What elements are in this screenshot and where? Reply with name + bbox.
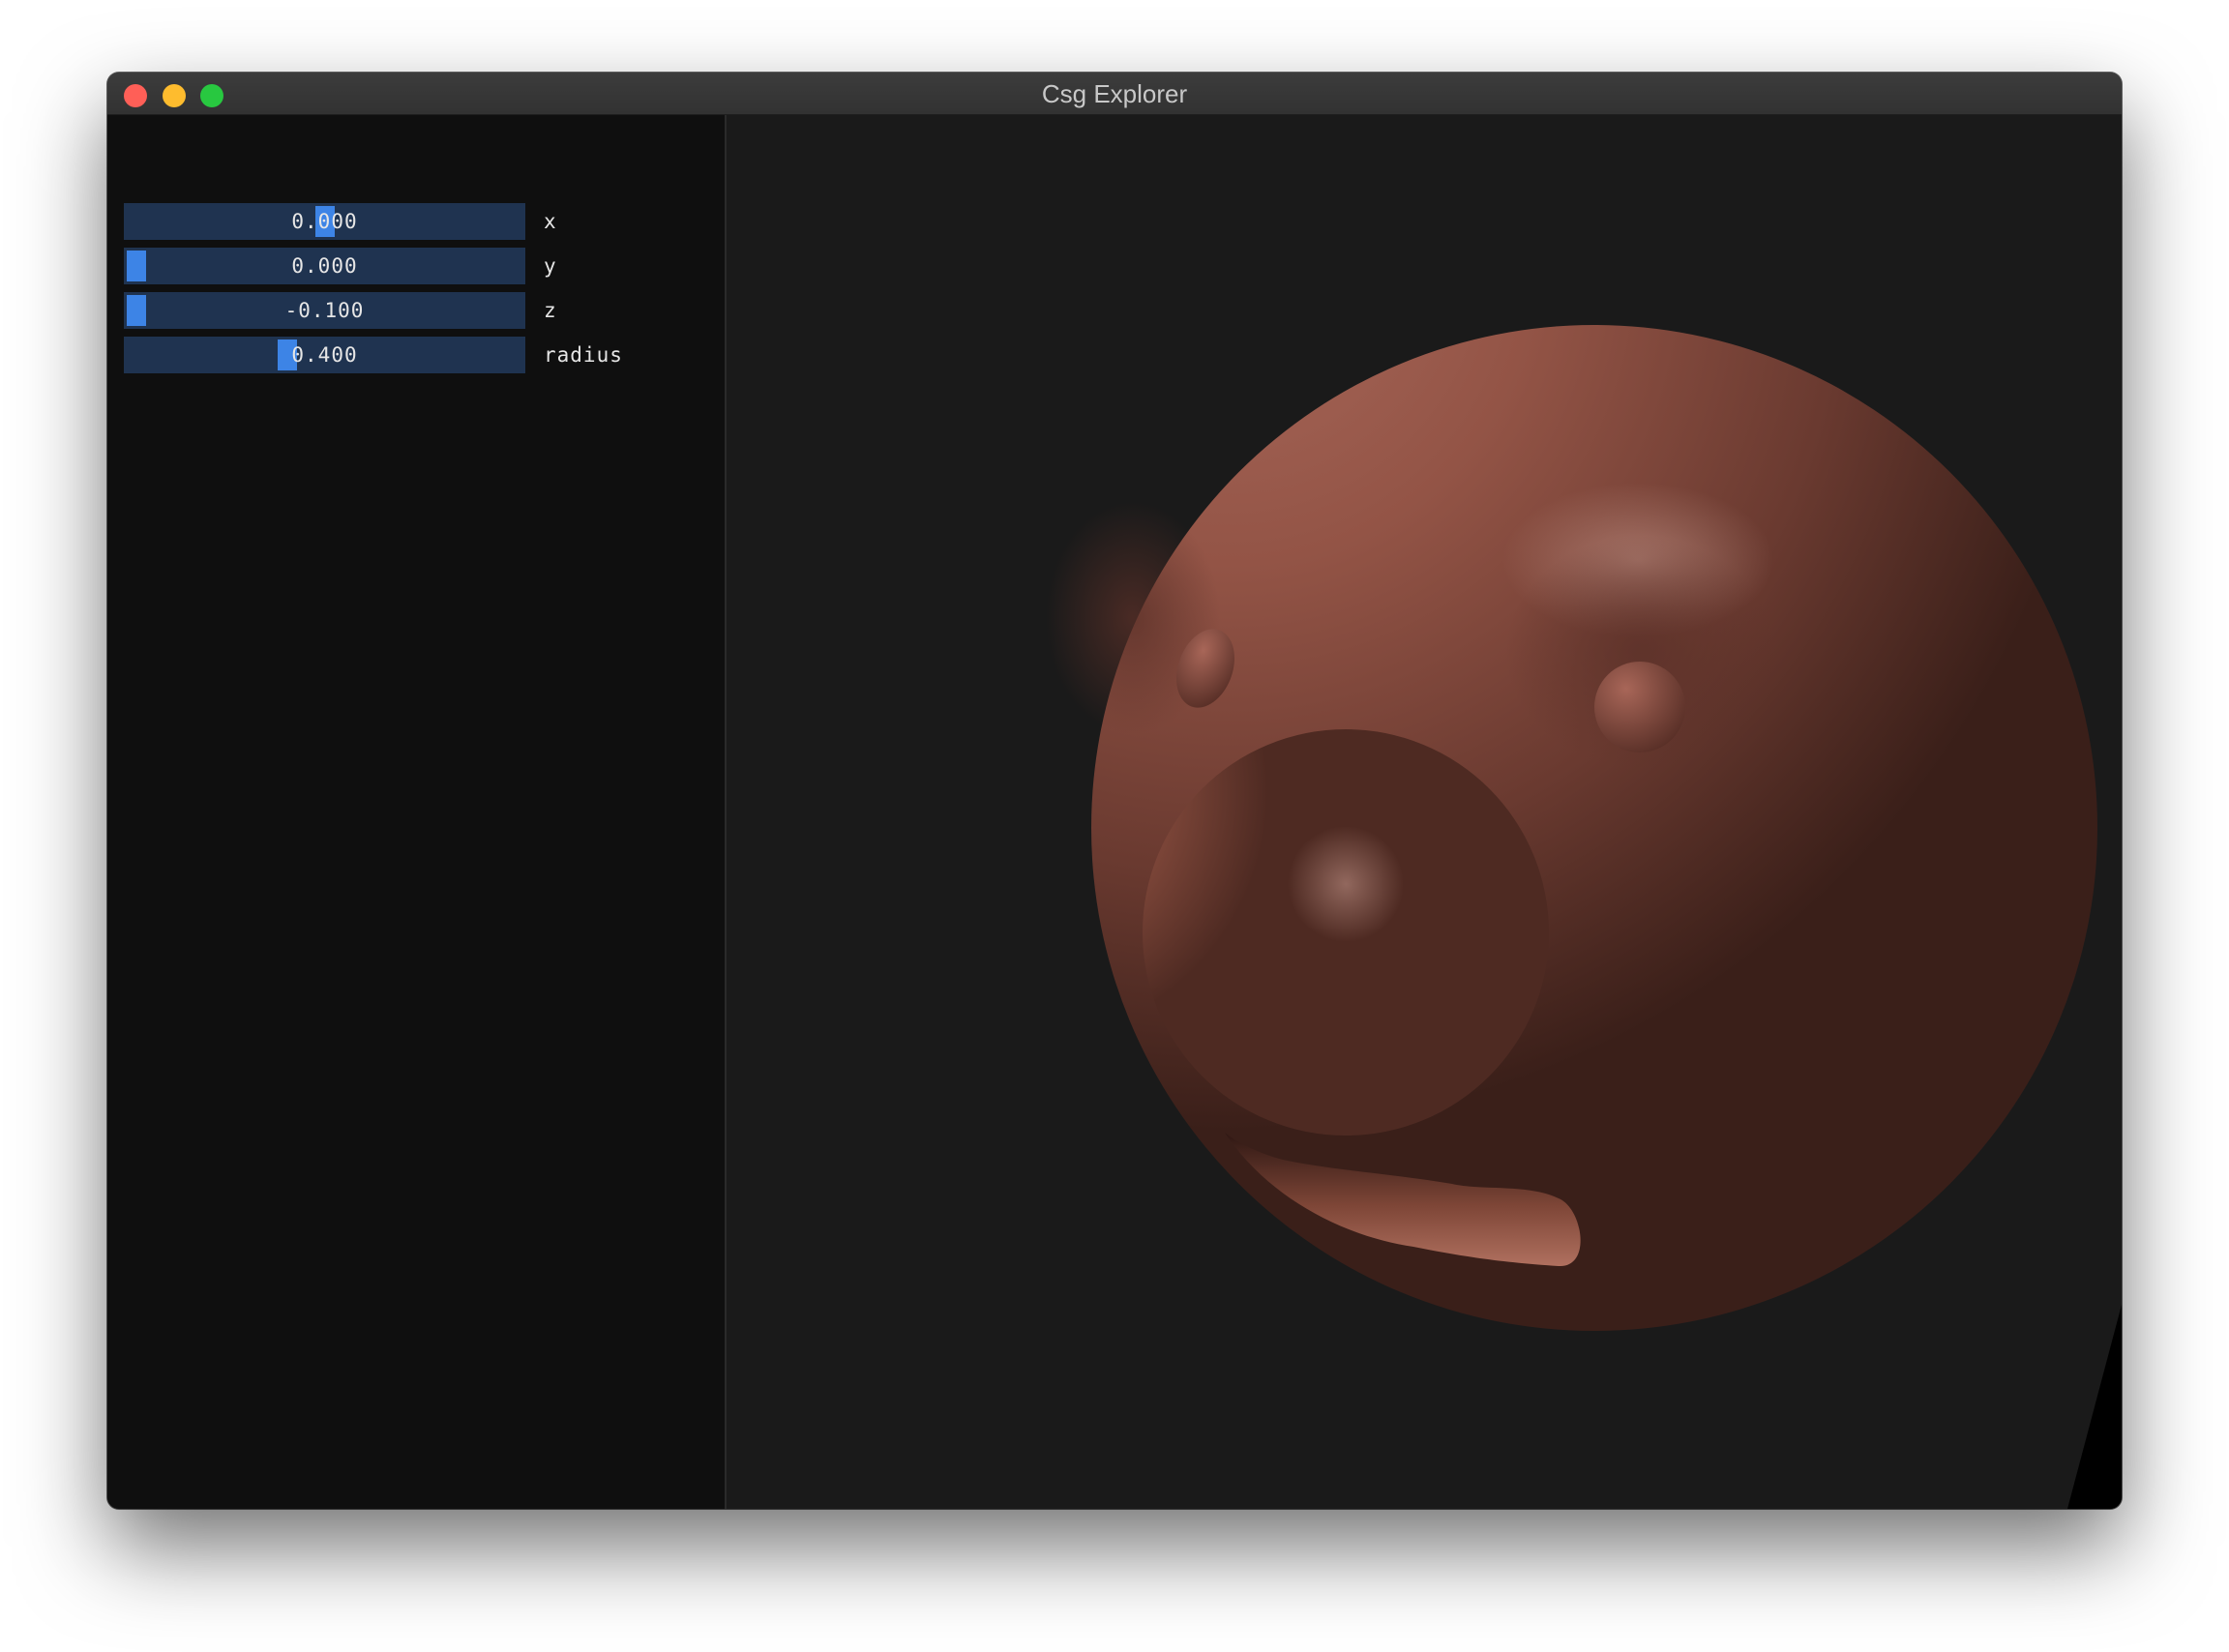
title-bar[interactable]: Csg Explorer [107, 73, 2122, 115]
slider-value: 0.400 [291, 343, 358, 367]
z-slider[interactable]: -0.100 [124, 292, 525, 329]
slider-value: 0.000 [291, 254, 358, 278]
slider-label: radius [544, 343, 623, 367]
right-eye [1594, 662, 1685, 752]
nose-highlight [1288, 826, 1404, 942]
window-title: Csg Explorer [1041, 79, 1188, 108]
app-window: Csg Explorer 0.000 x 0.000 y -0.100 z 0.… [107, 73, 2122, 1509]
slider-label: y [544, 254, 557, 278]
3d-viewport[interactable] [727, 115, 2122, 1509]
slider-value: 0.000 [291, 210, 358, 233]
slider-row-y: 0.000 y [124, 248, 724, 284]
y-slider[interactable]: 0.000 [124, 248, 525, 284]
csg-render [1046, 325, 2122, 1509]
controls-panel: 0.000 x 0.000 y -0.100 z 0.400 radius [107, 115, 727, 1509]
radius-slider[interactable]: 0.400 [124, 337, 525, 373]
slider-row-z: -0.100 z [124, 292, 724, 329]
floor-shadow [2067, 1305, 2122, 1509]
slider-label: x [544, 210, 557, 233]
x-slider[interactable]: 0.000 [124, 203, 525, 240]
slider-row-radius: 0.400 radius [124, 337, 724, 373]
slider-label: z [544, 299, 557, 322]
slider-value: -0.100 [284, 299, 365, 322]
slider-row-x: 0.000 x [124, 203, 724, 240]
